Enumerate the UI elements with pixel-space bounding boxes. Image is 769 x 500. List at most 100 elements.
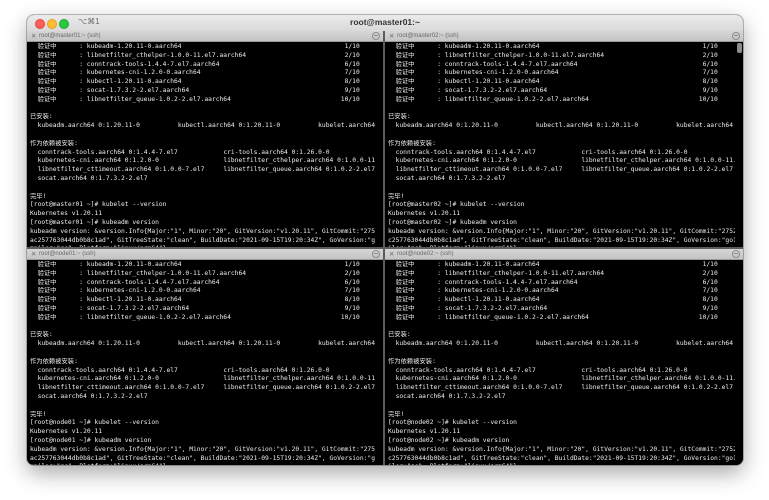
terminal-line: 验证中 : libnetfilter_queue-1.0.2-2.el7.aar… (30, 314, 375, 323)
terminal-line-text: kubeadm.aarch64 0:1.20.11-0 kubectl.aarc… (37, 340, 375, 348)
pane-title: root@master02:~ (ssh) (397, 33, 459, 39)
pane-divider-horizontal[interactable] (27, 247, 743, 249)
terminal-line: 验证中 : libnetfilter_cthelper-1.0.0-11.el7… (388, 270, 735, 279)
terminal-line: libnetfilter_cttimeout.aarch64 0:1.0.0-7… (30, 166, 375, 175)
pane-close-icon[interactable]: ✕ (31, 250, 36, 258)
terminal-line: [root@node02 ~]# kubelet --version (388, 419, 735, 428)
terminal-line-text: Kubernetes v1.20.11 (30, 210, 103, 218)
terminal-line: conntrack-tools.aarch64 0:1.4.4-7.el7 cr… (30, 149, 375, 158)
pane-header[interactable]: ✕ root@node01:~ (ssh) (27, 249, 383, 260)
terminal-line-text: conntrack-tools.aarch64 0:1.4.4-7.el7 cr… (30, 366, 330, 374)
pane-close-icon[interactable]: ✕ (389, 32, 394, 40)
terminal-line-text: 验证中 : libnetfilter_cthelper-1.0.0-11.el7… (30, 51, 360, 59)
terminal-line: 已安装: (388, 331, 735, 340)
terminal-line: 验证中 : kubernetes-cni-1.2.0-0.aarch64 7/1… (388, 287, 735, 296)
terminal-line-text: 验证中 : conntrack-tools-1.4.4-7.el7.aarch6… (30, 278, 360, 286)
terminal-line: Kubernetes v1.20.11 (30, 210, 375, 219)
terminal-line-text: 验证中 : libnetfilter_queue-1.0.2-2.el7.aar… (388, 313, 718, 321)
pane-scrollbar[interactable] (737, 43, 742, 53)
terminal-line-text: 验证中 : kubeadm-1.20.11-0.aarch64 1/10 (388, 43, 718, 50)
terminal-line: 验证中 : kubectl-1.20.11-0.aarch64 8/10 (388, 78, 735, 87)
terminal-line: 验证中 : kubectl-1.20.11-0.aarch64 8/10 (30, 296, 375, 305)
terminal-line: 验证中 : kubernetes-cni-1.2.0-0.aarch64 7/1… (30, 69, 375, 78)
terminal-line-text: socat.aarch64 0:1.7.3.2-2.el7 (388, 174, 506, 182)
terminal-line: 验证中 : kubeadm-1.20.11-0.aarch64 1/10 (388, 43, 735, 52)
terminal-line-text: 作为依赖被安装: (30, 357, 78, 365)
pane-title: root@node01:~ (ssh) (39, 251, 96, 257)
terminal-line: 验证中 : socat-1.7.3.2-2.el7.aarch64 9/10 (388, 305, 735, 314)
terminal-line: 验证中 : socat-1.7.3.2-2.el7.aarch64 9/10 (388, 87, 735, 96)
terminal-line: [root@node01 ~]# kubeadm version (30, 437, 375, 446)
terminal-line: 验证中 : kubectl-1.20.11-0.aarch64 8/10 (388, 296, 735, 305)
terminal-line: [root@master02 ~]# kubelet --version (388, 201, 735, 210)
pane-options-icon[interactable] (732, 250, 740, 258)
pane-header[interactable]: ✕ root@node02:~ (ssh) (385, 249, 743, 260)
pane-options-icon[interactable] (372, 250, 380, 258)
terminal-pane-node02[interactable]: ✕ root@node02:~ (ssh) 验证中 : kubeadm-1.20… (385, 249, 743, 465)
terminal-line-text: iler:"gc", Platform:"linux/arm64"} (388, 463, 517, 465)
terminal-line-text: [root@node02 ~]# kubeadm version (388, 436, 510, 444)
terminal-line-text: 验证中 : socat-1.7.3.2-2.el7.aarch64 9/10 (388, 304, 718, 312)
terminal-line-text: 已安装: (30, 331, 53, 339)
pane-close-icon[interactable]: ✕ (389, 250, 394, 258)
pane-options-icon[interactable] (732, 32, 740, 40)
terminal-line: conntrack-tools.aarch64 0:1.4.4-7.el7 cr… (388, 149, 735, 158)
pane-header[interactable]: ✕ root@master01:~ (ssh) (27, 31, 383, 42)
terminal-line-text: 完毕! (30, 410, 47, 418)
terminal-line-text: socat.aarch64 0:1.7.3.2-2.el7 (30, 392, 148, 400)
terminal-line-text: c257763044db0b8c1ad", GitTreeState:"clea… (388, 236, 735, 244)
terminal-line-text: 验证中 : kubernetes-cni-1.2.0-0.aarch64 7/1… (388, 287, 718, 295)
terminal-line-text: libnetfilter_cttimeout.aarch64 0:1.0.0-7… (388, 166, 733, 174)
terminal-line: 验证中 : libnetfilter_cthelper-1.0.0-11.el7… (30, 52, 375, 61)
terminal-line-text: kubeadm version: &version.Info{Major:"1"… (388, 445, 735, 453)
terminal-line-text: 验证中 : socat-1.7.3.2-2.el7.aarch64 9/10 (388, 86, 718, 94)
pane-title: root@node02:~ (ssh) (397, 251, 454, 257)
terminal-line: kubeadm.aarch64 0:1.20.11-0 kubectl.aarc… (388, 122, 735, 131)
window-titlebar[interactable]: ⌥⌘1 root@master01:~ (27, 15, 743, 32)
terminal-output[interactable]: 验证中 : kubeadm-1.20.11-0.aarch64 1/10 验证中… (388, 261, 735, 465)
terminal-line-text: 作为依赖被安装: (30, 139, 78, 147)
terminal-pane-master01[interactable]: ✕ root@master01:~ (ssh) 验证中 : kubeadm-1.… (27, 31, 383, 247)
terminal-line-text: kubeadm version: &version.Info{Major:"1"… (30, 227, 375, 235)
terminal-line: 验证中 : conntrack-tools-1.4.4-7.el7.aarch6… (388, 61, 735, 70)
terminal-line-text: 验证中 : libnetfilter_cthelper-1.0.0-11.el7… (30, 269, 360, 277)
pane-header[interactable]: ✕ root@master02:~ (ssh) (385, 31, 743, 42)
terminal-line: Kubernetes v1.20.11 (388, 210, 735, 219)
terminal-line: 完毕! (30, 193, 375, 202)
pane-options-icon[interactable] (372, 32, 380, 40)
terminal-line: 验证中 : conntrack-tools-1.4.4-7.el7.aarch6… (30, 279, 375, 288)
terminal-pane-master02[interactable]: ✕ root@master02:~ (ssh) 验证中 : kubeadm-1.… (385, 31, 743, 247)
terminal-line-text: 验证中 : kubeadm-1.20.11-0.aarch64 1/10 (388, 261, 718, 268)
terminal-line: kubeadm.aarch64 0:1.20.11-0 kubectl.aarc… (30, 340, 375, 349)
terminal-line-text: 验证中 : kubeadm-1.20.11-0.aarch64 1/10 (30, 43, 360, 50)
terminal-line-text: 验证中 : kubectl-1.20.11-0.aarch64 8/10 (388, 78, 718, 86)
terminal-pane-node01[interactable]: ✕ root@node01:~ (ssh) 验证中 : kubeadm-1.20… (27, 249, 383, 465)
pane-close-icon[interactable]: ✕ (31, 32, 36, 40)
terminal-line: c257763044db0b8c1ad", GitTreeState:"clea… (388, 237, 735, 246)
terminal-line: [root@master01 ~]# kubelet --version (30, 201, 375, 210)
terminal-output[interactable]: 验证中 : kubeadm-1.20.11-0.aarch64 1/10 验证中… (30, 43, 375, 247)
terminal-line-text: 作为依赖被安装: (388, 139, 436, 147)
terminal-line-text: kubeadm version: &version.Info{Major:"1"… (30, 445, 375, 453)
terminal-line-text: 验证中 : kubectl-1.20.11-0.aarch64 8/10 (388, 296, 718, 304)
terminal-line-text: 完毕! (388, 410, 405, 418)
terminal-line: 作为依赖被安装: (30, 140, 375, 149)
terminal-line-text: libnetfilter_cttimeout.aarch64 0:1.0.0-7… (30, 384, 375, 392)
terminal-line-text: 已安装: (388, 113, 411, 121)
terminal-output[interactable]: 验证中 : kubeadm-1.20.11-0.aarch64 1/10 验证中… (30, 261, 375, 465)
terminal-line-text: 验证中 : libnetfilter_cthelper-1.0.0-11.el7… (388, 51, 718, 59)
terminal-output[interactable]: 验证中 : kubeadm-1.20.11-0.aarch64 1/10 验证中… (388, 43, 735, 247)
terminal-line-text: [root@master02 ~]# kubelet --version (388, 201, 525, 209)
terminal-line: kubeadm.aarch64 0:1.20.11-0 kubectl.aarc… (388, 340, 735, 349)
terminal-line-text: kubernetes-cni.aarch64 0:1.2.0-0 libnetf… (30, 157, 375, 165)
terminal-line-text: [root@master01 ~]# kubeadm version (30, 218, 159, 226)
terminal-line-text: [root@master01 ~]# kubelet --version (30, 201, 167, 209)
terminal-line-text: 验证中 : conntrack-tools-1.4.4-7.el7.aarch6… (30, 60, 360, 68)
terminal-line: Kubernetes v1.20.11 (388, 428, 735, 437)
terminal-line: kubeadm version: &version.Info{Major:"1"… (388, 446, 735, 455)
terminal-line: 验证中 : libnetfilter_cthelper-1.0.0-11.el7… (30, 270, 375, 279)
window-title: root@master01:~ (350, 17, 420, 27)
terminal-line-text: kubernetes-cni.aarch64 0:1.2.0-0 libnetf… (388, 375, 735, 383)
